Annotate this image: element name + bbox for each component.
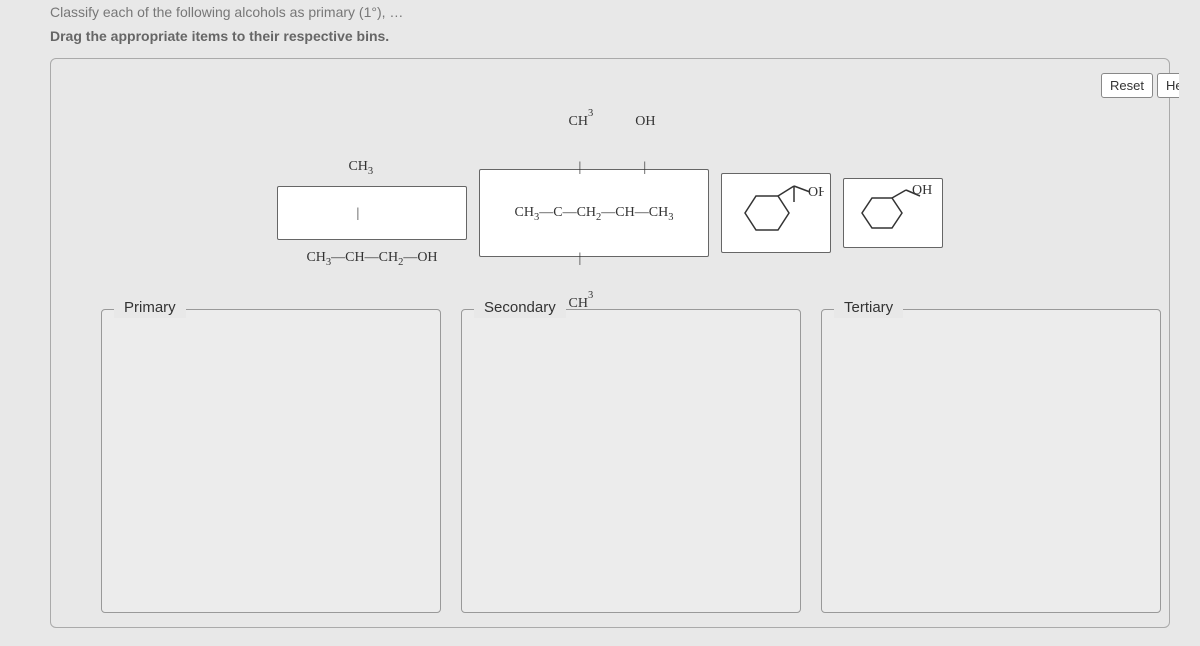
draggable-item-3[interactable]: OH xyxy=(721,173,831,253)
draggable-item-4[interactable]: OH xyxy=(843,178,943,248)
bin-label-primary: Primary xyxy=(114,297,186,318)
draggable-item-1[interactable]: CH3 | CH3—CH—CH2—OH xyxy=(277,186,467,240)
bin-label-tertiary: Tertiary xyxy=(834,297,903,318)
reset-button[interactable]: Reset xyxy=(1101,73,1153,98)
bin-label-secondary: Secondary xyxy=(474,297,566,318)
phenol-ch2oh-icon: OH xyxy=(850,184,936,242)
bins-row: Primary Secondary Tertiary xyxy=(101,309,1161,613)
chem-structure-1: CH3 | CH3—CH—CH2—OH xyxy=(306,126,437,301)
cyclohexane-branched-oh-icon: OH xyxy=(728,180,824,246)
draggable-item-2[interactable]: CH3OH || CH3—C—CH2—CH—CH3 | CH3 xyxy=(479,169,709,257)
bin-tertiary[interactable]: Tertiary xyxy=(821,309,1161,613)
svg-text:OH: OH xyxy=(808,185,824,200)
sorting-activity-frame: Reset Help CH3 | CH3—CH—CH2—OH CH3OH || … xyxy=(50,58,1170,628)
bin-primary[interactable]: Primary xyxy=(101,309,441,613)
drag-instruction: Drag the appropriate items to their resp… xyxy=(0,20,1200,58)
svg-text:OH: OH xyxy=(912,184,932,198)
top-button-group: Reset Help xyxy=(1101,73,1179,98)
truncated-question-text: Classify each of the following alcohols … xyxy=(0,0,1200,20)
bin-secondary[interactable]: Secondary xyxy=(461,309,801,613)
draggable-items-row: CH3 | CH3—CH—CH2—OH CH3OH || CH3—C—CH2—C… xyxy=(51,169,1169,257)
help-button[interactable]: Help xyxy=(1157,73,1179,98)
